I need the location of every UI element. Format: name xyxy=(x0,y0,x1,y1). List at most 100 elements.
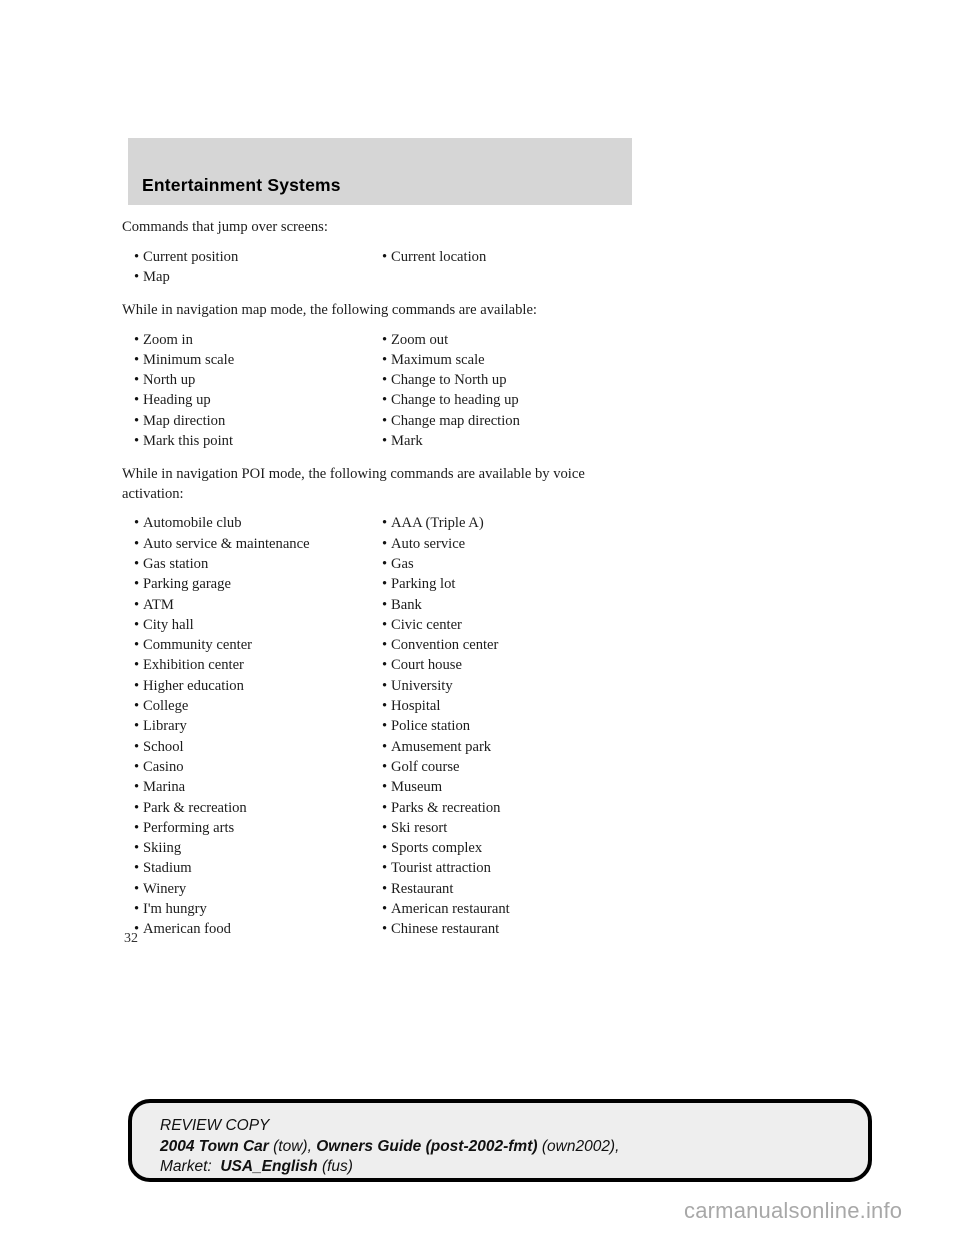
bullet-item-left: • Minimum scale xyxy=(134,350,234,370)
watermark: carmanualsonline.info xyxy=(684,1198,903,1223)
bullet-label: Parks & recreation xyxy=(391,799,501,816)
bullet-label: Tourist attraction xyxy=(391,860,491,877)
bullet-label: Hospital xyxy=(391,698,441,715)
bullet-dot-icon: • xyxy=(382,921,388,938)
bullet-label: Change to North up xyxy=(391,372,507,389)
bullet-dot-icon: • xyxy=(134,616,140,633)
bullet-dot-icon: • xyxy=(382,758,388,775)
bullet-row: • ATM • Bank xyxy=(122,595,642,615)
bullet-item-right: • American restaurant xyxy=(382,899,510,919)
intro-poi-commands: While in navigation POI mode, the follow… xyxy=(122,466,585,502)
bullet-item-left: • ATM xyxy=(134,595,174,615)
bullet-label: Museum xyxy=(391,779,443,796)
bullet-dot-icon: • xyxy=(134,901,140,918)
bullet-item-right: • University xyxy=(382,676,453,696)
bullet-dot-icon: • xyxy=(134,637,140,654)
bullet-label: ATM xyxy=(143,596,174,613)
bullet-dot-icon: • xyxy=(382,392,388,409)
bullet-item-left: • Gas station xyxy=(134,554,208,574)
bullet-dot-icon: • xyxy=(134,596,140,613)
bullet-item-left: • Heading up xyxy=(134,390,211,410)
bullet-row: • Gas station • Gas xyxy=(122,554,642,574)
bullet-item-right: • Hospital xyxy=(382,696,440,716)
bullet-label: Maximum scale xyxy=(391,351,485,368)
bullet-row: • Mark this point • Mark xyxy=(122,431,642,451)
bullet-label: College xyxy=(143,698,189,715)
bullet-label: Gas xyxy=(391,555,414,572)
bullet-item-right: • Parks & recreation xyxy=(382,798,500,818)
bullet-row: • Stadium • Tourist attraction xyxy=(122,858,642,878)
bullet-item-left: • Performing arts xyxy=(134,818,234,838)
bullet-item-right: • Change to North up xyxy=(382,370,507,390)
bullet-dot-icon: • xyxy=(134,860,140,877)
bullet-label: School xyxy=(143,738,184,755)
bullet-row: • Performing arts • Ski resort xyxy=(122,818,642,838)
bullet-dot-icon: • xyxy=(134,779,140,796)
bullet-item-left: • Casino xyxy=(134,757,184,777)
map-commands-list: • Zoom in • Zoom out • Minimum scale • Maximum … xyxy=(122,330,642,452)
bullet-item-right: • Gas xyxy=(382,554,414,574)
bullet-item-right: • Auto service xyxy=(382,534,465,554)
bullet-label: Skiing xyxy=(143,840,182,857)
bullet-row: • Auto service & maintenance • Auto service xyxy=(122,534,642,554)
market-value: USA_English xyxy=(220,1158,318,1175)
model-code: (tow), xyxy=(273,1137,312,1155)
bullet-label: Library xyxy=(143,718,187,735)
bullet-item-right: • Mark xyxy=(382,431,423,451)
bullet-label: Park & recreation xyxy=(143,799,247,816)
bullet-item-left: • North up xyxy=(134,370,195,390)
guide-name: Owners Guide (post-2002-fmt) xyxy=(316,1137,538,1155)
bullet-label: Higher education xyxy=(143,677,244,694)
bullet-dot-icon: • xyxy=(382,351,388,368)
bullet-row: • Parking garage • Parking lot xyxy=(122,574,642,594)
bullet-item-right: • Current location xyxy=(382,247,486,267)
bullet-dot-icon: • xyxy=(382,515,388,532)
bullet-item-left: • Park & recreation xyxy=(134,798,247,818)
bullet-label: Zoom in xyxy=(143,331,193,348)
bullet-item-right: • Change map direction xyxy=(382,411,520,431)
bullet-row: • Skiing • Sports complex xyxy=(122,838,642,858)
bullet-item-left: • School xyxy=(134,737,184,757)
bullet-dot-icon: • xyxy=(382,779,388,796)
bullet-dot-icon: • xyxy=(134,799,140,816)
bullet-dot-icon: • xyxy=(134,351,140,368)
bullet-label: Map direction xyxy=(143,412,226,429)
bullet-row: • American food • Chinese restaurant xyxy=(122,919,642,939)
bullet-item-left: • Library xyxy=(134,716,187,736)
bullet-label: Minimum scale xyxy=(143,351,235,368)
bullet-dot-icon: • xyxy=(134,392,140,409)
bullet-row: • College • Hospital xyxy=(122,696,642,716)
bullet-item-left: • Map direction xyxy=(134,411,225,431)
bullet-item-right: • Parking lot xyxy=(382,574,455,594)
bullet-dot-icon: • xyxy=(382,331,388,348)
bullet-dot-icon: • xyxy=(382,555,388,572)
bullet-label: Winery xyxy=(143,880,187,897)
bullet-row: • Map xyxy=(122,267,642,287)
bullet-dot-icon: • xyxy=(134,819,140,836)
bullet-dot-icon: • xyxy=(382,535,388,552)
bullet-dot-icon: • xyxy=(134,880,140,897)
bullet-item-right: • AAA (Triple A) xyxy=(382,513,484,533)
bullet-label: I'm hungry xyxy=(143,901,207,918)
bullet-dot-icon: • xyxy=(382,840,388,857)
bullet-item-left: • Skiing xyxy=(134,838,181,858)
bullet-item-right: • Ski resort xyxy=(382,818,447,838)
bullet-item-left: • I'm hungry xyxy=(134,899,207,919)
bullet-label: Heading up xyxy=(143,392,211,409)
bullet-row: • Minimum scale • Maximum scale xyxy=(122,350,642,370)
intro-map-commands: While in navigation map mode, the follow… xyxy=(122,302,537,319)
bullet-row: • Casino • Golf course xyxy=(122,757,642,777)
bullet-item-left: • Higher education xyxy=(134,676,244,696)
bullet-item-right: • Convention center xyxy=(382,635,498,655)
bullet-label: Auto service & maintenance xyxy=(143,535,310,552)
bullet-dot-icon: • xyxy=(134,698,140,715)
bullet-dot-icon: • xyxy=(134,758,140,775)
bullet-row: • City hall • Civic center xyxy=(122,615,642,635)
bullet-label: University xyxy=(391,677,453,694)
jump-commands-list: • Current position • Current location • Map xyxy=(122,247,642,288)
bullet-row: • Automobile club • AAA (Triple A) xyxy=(122,513,642,533)
bullet-item-right: • Court house xyxy=(382,655,462,675)
bullet-item-left: • Map xyxy=(134,267,170,287)
bullet-label: Community center xyxy=(143,637,253,654)
bullet-label: City hall xyxy=(143,616,194,633)
